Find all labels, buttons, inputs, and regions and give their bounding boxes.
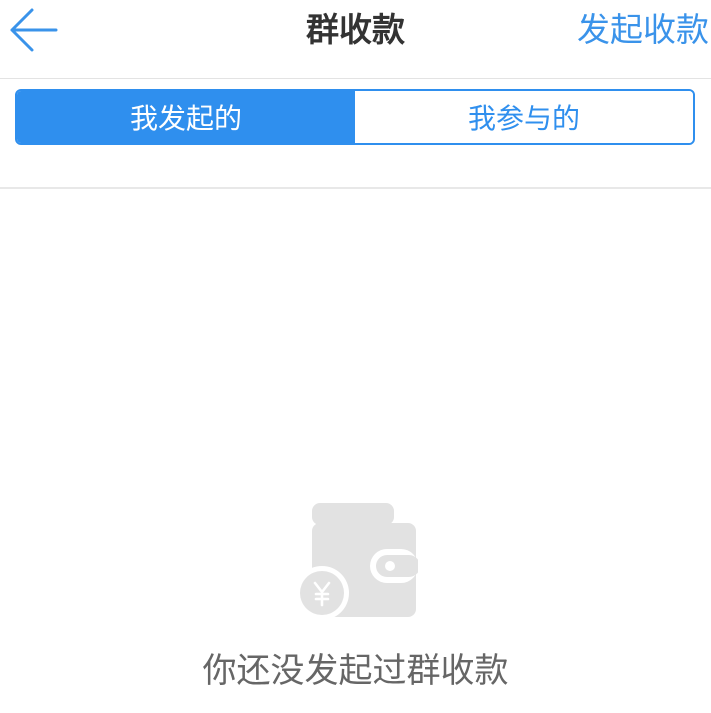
tab-segmented-control: 我发起的 我参与的	[15, 89, 695, 145]
section-divider	[0, 187, 711, 189]
group-collection-page: 群收款 发起收款 我发起的 我参与的 你还没发起过群收款	[0, 0, 711, 713]
wallet-yuan-icon	[295, 503, 420, 620]
tab-participated[interactable]: 我参与的	[355, 91, 693, 143]
empty-state-message: 你还没发起过群收款	[202, 651, 509, 691]
tab-initiated[interactable]: 我发起的	[17, 91, 355, 143]
start-collection-button[interactable]: 发起收款	[577, 8, 709, 52]
navigation-bar: 群收款 发起收款	[0, 0, 711, 79]
